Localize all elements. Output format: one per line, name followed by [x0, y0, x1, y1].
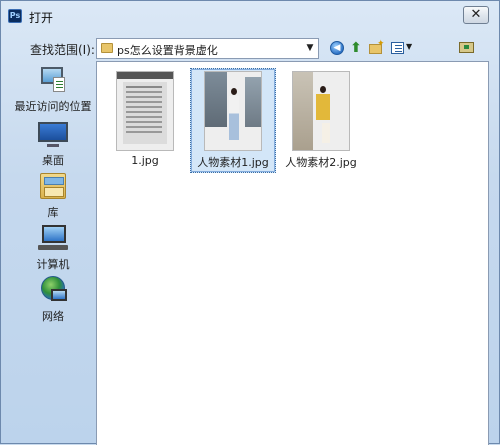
photoshop-app-icon: Ps — [8, 9, 22, 23]
place-computer[interactable]: 计算机 — [11, 223, 95, 272]
network-icon — [37, 275, 69, 305]
close-button[interactable]: ✕ — [463, 6, 489, 24]
place-library[interactable]: 库 — [11, 171, 95, 220]
file-item[interactable]: 1.jpg — [102, 70, 188, 169]
chevron-down-icon[interactable]: ▼ — [302, 39, 318, 58]
place-network[interactable]: 网络 — [11, 275, 95, 324]
place-label: 最近访问的位置 — [14, 100, 92, 113]
places-bar: 最近访问的位置 桌面 库 计算机 网络 — [11, 61, 95, 445]
title-bar: Ps 打开 ✕ — [1, 1, 499, 33]
file-thumbnail — [292, 71, 350, 151]
desktop-shortcut-button[interactable] — [458, 39, 476, 57]
look-in-dropdown[interactable]: ps怎么设置背景虚化 ▼ — [96, 38, 319, 59]
chevron-down-icon: ▼ — [406, 42, 413, 51]
file-name: 人物素材2.jpg — [285, 156, 357, 169]
desktop-icon — [37, 119, 69, 149]
file-item-selected[interactable]: 人物素材1.jpg — [190, 68, 276, 173]
look-in-label: 查找范围(I): — [30, 43, 95, 57]
place-label: 桌面 — [42, 154, 64, 167]
view-menu-button[interactable]: ▼ — [389, 39, 415, 57]
view-list-icon — [391, 42, 404, 54]
back-arrow-icon: ◀ — [330, 41, 344, 55]
desktop-picture-icon — [459, 42, 474, 53]
open-file-dialog: Ps 打开 ✕ 查找范围(I): ps怎么设置背景虚化 ▼ ◀ ⬆ ✦ ▼ 最近… — [0, 0, 500, 445]
file-list-pane[interactable]: 1.jpg 人物素材1.jpg 人物素材2.jpg — [96, 61, 489, 445]
window-title: 打开 — [29, 11, 54, 25]
new-folder-button[interactable]: ✦ — [367, 39, 385, 57]
file-thumbnail — [204, 71, 262, 151]
file-thumbnail — [116, 71, 174, 151]
file-name: 1.jpg — [131, 154, 159, 167]
library-icon — [37, 171, 69, 201]
place-desktop[interactable]: 桌面 — [11, 119, 95, 168]
place-label: 计算机 — [36, 258, 70, 271]
place-label: 库 — [47, 206, 59, 219]
look-in-value: ps怎么设置背景虚化 — [117, 44, 218, 57]
computer-icon — [37, 223, 69, 253]
place-recent[interactable]: 最近访问的位置 — [11, 65, 95, 114]
sparkle-icon: ✦ — [377, 39, 385, 49]
file-name: 人物素材1.jpg — [197, 156, 269, 169]
up-one-level-button[interactable]: ⬆ — [347, 39, 365, 57]
recent-places-icon — [37, 65, 69, 95]
file-item[interactable]: 人物素材2.jpg — [278, 70, 364, 172]
place-label: 网络 — [42, 310, 64, 323]
back-button[interactable]: ◀ — [328, 39, 346, 57]
folder-icon — [101, 43, 113, 53]
